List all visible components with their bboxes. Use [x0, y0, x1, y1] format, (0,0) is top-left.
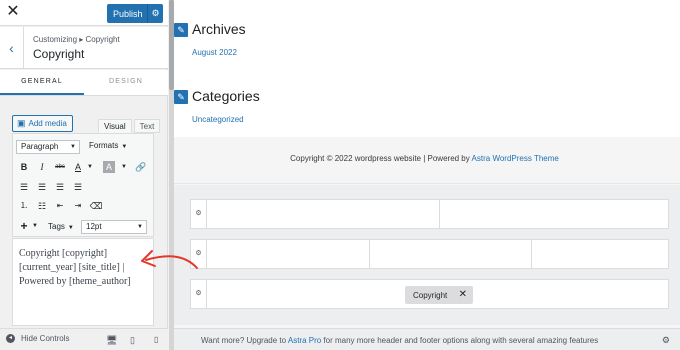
breadcrumb: Customizing ▸ Copyright	[33, 35, 120, 44]
builder-cell[interactable]	[207, 200, 423, 228]
builder-row-primary[interactable]: ⚙	[190, 239, 669, 269]
gear-icon[interactable]: ⚙	[191, 240, 207, 268]
gear-icon[interactable]: ⚙	[662, 335, 670, 346]
font-size-value: 12pt	[86, 222, 102, 231]
hide-controls-button[interactable]: ◂ Hide Controls	[6, 334, 69, 343]
align-justify-icon[interactable]: ☰	[71, 180, 85, 194]
copyright-element-chip[interactable]: Copyright ✕	[405, 286, 473, 304]
tags-label: Tags	[48, 222, 65, 231]
upgrade-suffix: for many more header and footer options …	[321, 336, 599, 345]
copyright-chip-label: Copyright	[413, 290, 448, 300]
chevron-down-icon: ▼	[70, 144, 76, 150]
chevron-down-icon: ▼	[67, 225, 74, 231]
gear-icon[interactable]: ⚙	[191, 280, 207, 308]
bulleted-list-icon[interactable]: ☷	[35, 199, 49, 213]
copyright-editor-content[interactable]: Copyright [copyright] [current_year] [si…	[12, 238, 154, 326]
close-icon[interactable]: ✕	[4, 3, 22, 21]
chevron-down-icon[interactable]: ▼	[83, 160, 97, 174]
pencil-icon[interactable]: ✎	[174, 23, 188, 37]
archives-title: Archives	[192, 21, 246, 37]
upgrade-prefix: Want more? Upgrade to	[201, 336, 288, 345]
site-footer: Copyright © 2022 wordpress website | Pow…	[169, 137, 680, 184]
content-line: [current_year] [site_title] |	[19, 262, 125, 273]
section-title: Copyright	[33, 47, 85, 61]
hide-controls-label: Hide Controls	[21, 334, 70, 343]
tab-text[interactable]: Text	[133, 119, 161, 133]
editor-mode-tabs: Visual Text	[96, 119, 161, 133]
formats-label: Formats	[89, 141, 119, 150]
builder-divider	[531, 240, 532, 268]
editor-toolbar: Paragraph ▼ Formats ▼ B I abc A ▼ A ▼ 🔗 ☰…	[12, 133, 154, 237]
link-icon[interactable]: 🔗	[134, 160, 148, 174]
pencil-icon[interactable]: ✎	[174, 90, 188, 104]
builder-cell[interactable]	[439, 200, 669, 228]
publish-button[interactable]: Publish ⚙	[107, 4, 163, 23]
archives-link[interactable]: August 2022	[192, 48, 237, 57]
footer-builder: ⚙ ⚙ ⚙ Copyright ✕	[169, 185, 680, 325]
footer-copyright: Copyright © 2022 wordpress website | Pow…	[169, 154, 680, 163]
astra-pro-link[interactable]: Astra Pro	[288, 336, 321, 345]
customizer-footer: ◂ Hide Controls 🖥 ▯ ▯	[0, 328, 168, 350]
upgrade-notice: Want more? Upgrade to Astra Pro for many…	[201, 336, 598, 345]
align-center-icon[interactable]: ☰	[35, 180, 49, 194]
align-left-icon[interactable]: ☰	[17, 180, 31, 194]
paragraph-select[interactable]: Paragraph ▼	[16, 140, 80, 154]
strikethrough-icon[interactable]: abc	[53, 160, 67, 174]
formats-menu[interactable]: Formats ▼	[89, 141, 127, 150]
chevron-left-icon[interactable]: ‹	[0, 27, 24, 69]
section-header: ‹ Customizing ▸ Copyright Copyright	[0, 27, 168, 69]
chevron-down-icon: ▼	[121, 144, 128, 150]
footer-text: Copyright © 2022 wordpress website | Pow…	[290, 154, 472, 163]
desktop-icon[interactable]: 🖥	[106, 335, 117, 346]
sidebar-widgets: ✎ Archives August 2022 ✎ Categories Unca…	[169, 0, 680, 137]
collapse-icon: ◂	[6, 334, 15, 343]
numbered-list-icon[interactable]: ⒈	[17, 199, 31, 213]
add-media-label: Add media	[28, 119, 67, 128]
align-right-icon[interactable]: ☰	[53, 180, 67, 194]
categories-title: Categories	[192, 88, 260, 104]
builder-divider	[369, 240, 370, 268]
add-media-button[interactable]: ▣ Add media	[12, 115, 73, 132]
panel-tabs: GENERAL DESIGN	[0, 70, 168, 96]
tab-design[interactable]: DESIGN	[84, 70, 168, 95]
site-preview: ✎ Archives August 2022 ✎ Categories Unca…	[169, 0, 680, 350]
content-line: Powered by [theme_author]	[19, 276, 131, 287]
customizer-panel: ✕ Publish ⚙ ‹ Customizing ▸ Copyright Co…	[0, 0, 168, 350]
clear-formatting-icon[interactable]: ⌫	[89, 199, 103, 213]
content-line: Copyright [copyright]	[19, 248, 108, 259]
gear-icon[interactable]: ⚙	[191, 200, 207, 228]
italic-icon[interactable]: I	[35, 160, 49, 174]
close-icon[interactable]: ✕	[459, 286, 467, 304]
chevron-down-icon[interactable]: ▼	[28, 219, 42, 233]
upgrade-bar: Want more? Upgrade to Astra Pro for many…	[169, 328, 680, 350]
panel-scrollbar[interactable]	[169, 0, 174, 350]
tablet-icon[interactable]: ▯	[130, 335, 135, 346]
chevron-down-icon: ▼	[137, 224, 143, 230]
outdent-icon[interactable]: ⇤	[53, 199, 67, 213]
tags-menu[interactable]: Tags ▼	[48, 222, 74, 231]
scrollbar-thumb[interactable]	[169, 0, 174, 90]
tab-general[interactable]: GENERAL	[0, 70, 84, 95]
indent-icon[interactable]: ⇥	[71, 199, 85, 213]
categories-link[interactable]: Uncategorized	[192, 115, 244, 124]
gear-icon[interactable]: ⚙	[147, 4, 163, 23]
media-icon: ▣	[17, 118, 26, 128]
tab-visual[interactable]: Visual	[98, 119, 132, 133]
bold-icon[interactable]: B	[17, 160, 31, 174]
footer-theme-link[interactable]: Astra WordPress Theme	[472, 154, 559, 163]
font-size-select[interactable]: 12pt ▼	[81, 220, 147, 234]
customizer-header: ✕ Publish ⚙	[0, 0, 168, 26]
background-color-icon[interactable]: A	[103, 161, 115, 173]
chevron-down-icon[interactable]: ▼	[117, 160, 131, 174]
builder-row-above[interactable]: ⚙	[190, 199, 669, 229]
mobile-icon[interactable]: ▯	[154, 335, 158, 344]
paragraph-select-value: Paragraph	[21, 142, 59, 151]
publish-label[interactable]: Publish	[107, 9, 147, 19]
